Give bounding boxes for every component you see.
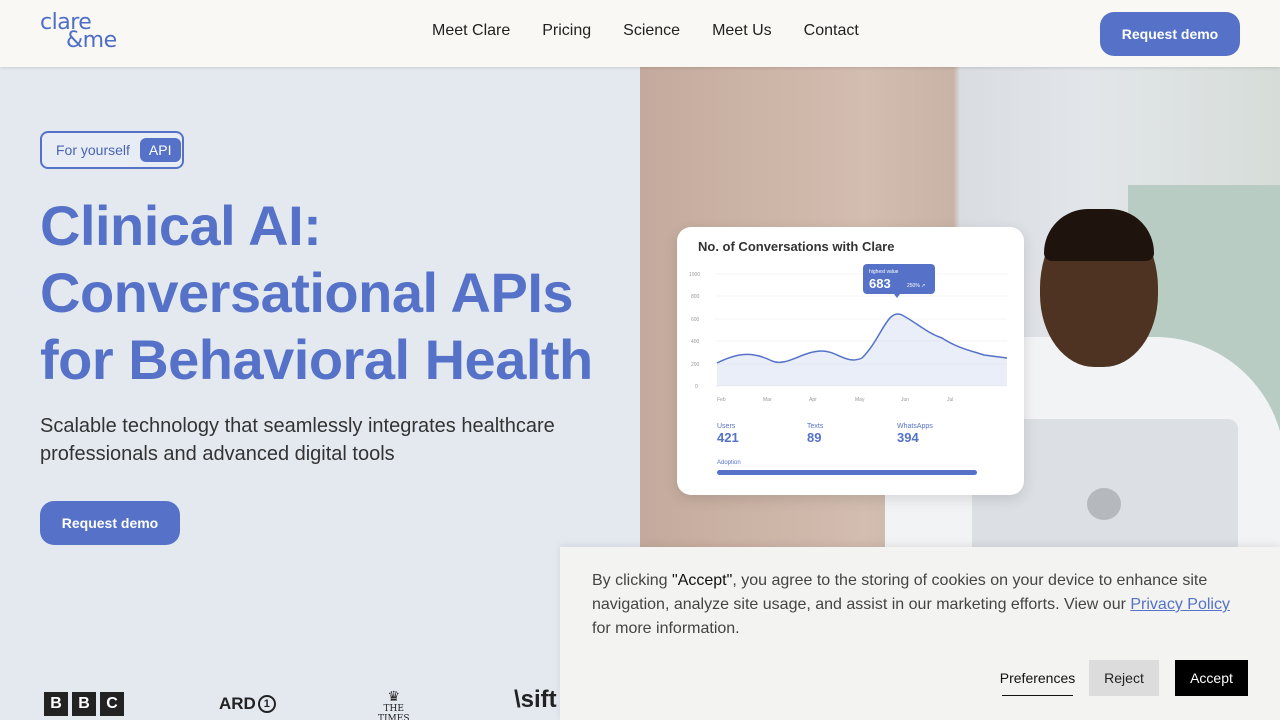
stat-value: 89 — [807, 430, 822, 445]
x-tick: Apr — [809, 397, 817, 403]
nav-science[interactable]: Science — [623, 22, 680, 40]
ard-text: ARD — [219, 694, 256, 713]
x-tick: May — [855, 397, 865, 403]
times-text: THE TIMES — [378, 704, 410, 720]
dashboard-title: No. of Conversations with Clare — [698, 239, 895, 254]
cookie-reject-button[interactable]: Reject — [1089, 660, 1159, 696]
hero-title: Clinical AI: Conversational APIs for Beh… — [40, 192, 630, 393]
crest-icon: ♛ — [387, 689, 401, 705]
cookie-banner: By clicking "Accept", you agree to the s… — [560, 547, 1280, 720]
toggle-api[interactable]: API — [139, 138, 181, 162]
x-tick: Mar — [763, 397, 772, 403]
adoption-label: Adoption — [717, 460, 741, 466]
cookie-text: By clicking "Accept", you agree to the s… — [592, 569, 1252, 641]
nav-meet-clare[interactable]: Meet Clare — [432, 22, 510, 40]
audience-toggle: For yourself API — [40, 131, 184, 169]
cookie-text-before: By clicking — [592, 572, 673, 589]
header-request-demo-button[interactable]: Request demo — [1100, 12, 1240, 56]
hero-image: No. of Conversations with Clare 1000 800… — [640, 67, 1280, 547]
tooltip-value: 683 — [869, 276, 891, 291]
bbc-letter: B — [44, 692, 68, 716]
cookie-text-after: for more information. — [592, 620, 740, 637]
stat-label: Users — [717, 423, 736, 430]
bbc-logo: B B C — [44, 692, 124, 716]
main-nav: Meet Clare Pricing Science Meet Us Conta… — [432, 22, 859, 40]
laptop-logo-icon — [1087, 488, 1121, 520]
toggle-for-yourself[interactable]: For yourself — [56, 142, 130, 158]
x-tick: Jun — [901, 397, 909, 403]
stat-value: 394 — [897, 430, 919, 445]
nav-meet-us[interactable]: Meet Us — [712, 22, 772, 40]
stat-texts: Texts 89 — [807, 423, 897, 445]
stat-value: 421 — [717, 430, 739, 445]
bbc-letter: C — [100, 692, 124, 716]
hero-subtitle: Scalable technology that seamlessly inte… — [40, 415, 555, 465]
nav-pricing[interactable]: Pricing — [542, 22, 591, 40]
the-times-logo: ♛ THE TIMES — [378, 690, 410, 720]
tooltip-label: highest value — [869, 269, 899, 275]
hero-title-line3: for Behavioral Health — [40, 328, 593, 391]
y-tick: 600 — [691, 317, 700, 323]
ard-logo: ARD 1 — [219, 694, 276, 714]
hero-request-demo-button[interactable]: Request demo — [40, 501, 180, 545]
adoption-bar — [717, 470, 977, 475]
bbc-letter: B — [72, 692, 96, 716]
tooltip-badge: 250% ↗ — [907, 283, 925, 289]
x-tick: Jul — [947, 397, 953, 403]
y-tick: 800 — [691, 294, 700, 300]
y-tick: 200 — [691, 362, 700, 368]
stat-label: WhatsApps — [897, 423, 933, 430]
site-header: clare &me Meet Clare Pricing Science Mee… — [0, 0, 1280, 67]
dashboard-stats: Users 421 Texts 89 WhatsApps 394 — [717, 423, 987, 445]
conversations-chart: 1000 800 600 400 200 0 Feb Mar Apr May J… — [689, 264, 1008, 403]
chart-tooltip: highest value 683 250% ↗ — [863, 264, 935, 298]
stat-users: Users 421 — [717, 423, 807, 445]
clare-me-logo[interactable]: clare &me — [40, 12, 117, 52]
x-tick: Feb — [717, 397, 726, 403]
hero-title-line2: Conversational APIs — [40, 261, 574, 324]
press-logos: B B C ARD 1 ♛ THE TIMES \sift — [44, 686, 557, 720]
sift-logo: \sift — [514, 686, 557, 713]
stat-whatsapps: WhatsApps 394 — [897, 423, 987, 445]
cookie-text-accept: "Accept" — [672, 572, 733, 589]
y-tick: 400 — [691, 339, 700, 345]
cookie-accept-button[interactable]: Accept — [1175, 660, 1248, 696]
cookie-preferences-button[interactable]: Preferences — [1000, 660, 1075, 696]
hero-title-line1: Clinical AI: — [40, 194, 322, 257]
ard-badge: 1 — [257, 695, 276, 713]
chart-area — [717, 313, 1007, 386]
privacy-policy-link[interactable]: Privacy Policy — [1130, 596, 1230, 613]
nav-contact[interactable]: Contact — [804, 22, 859, 40]
dashboard-card: No. of Conversations with Clare 1000 800… — [677, 227, 1024, 495]
y-tick: 0 — [695, 384, 698, 390]
stat-label: Texts — [807, 423, 824, 430]
y-tick: 1000 — [689, 272, 700, 278]
